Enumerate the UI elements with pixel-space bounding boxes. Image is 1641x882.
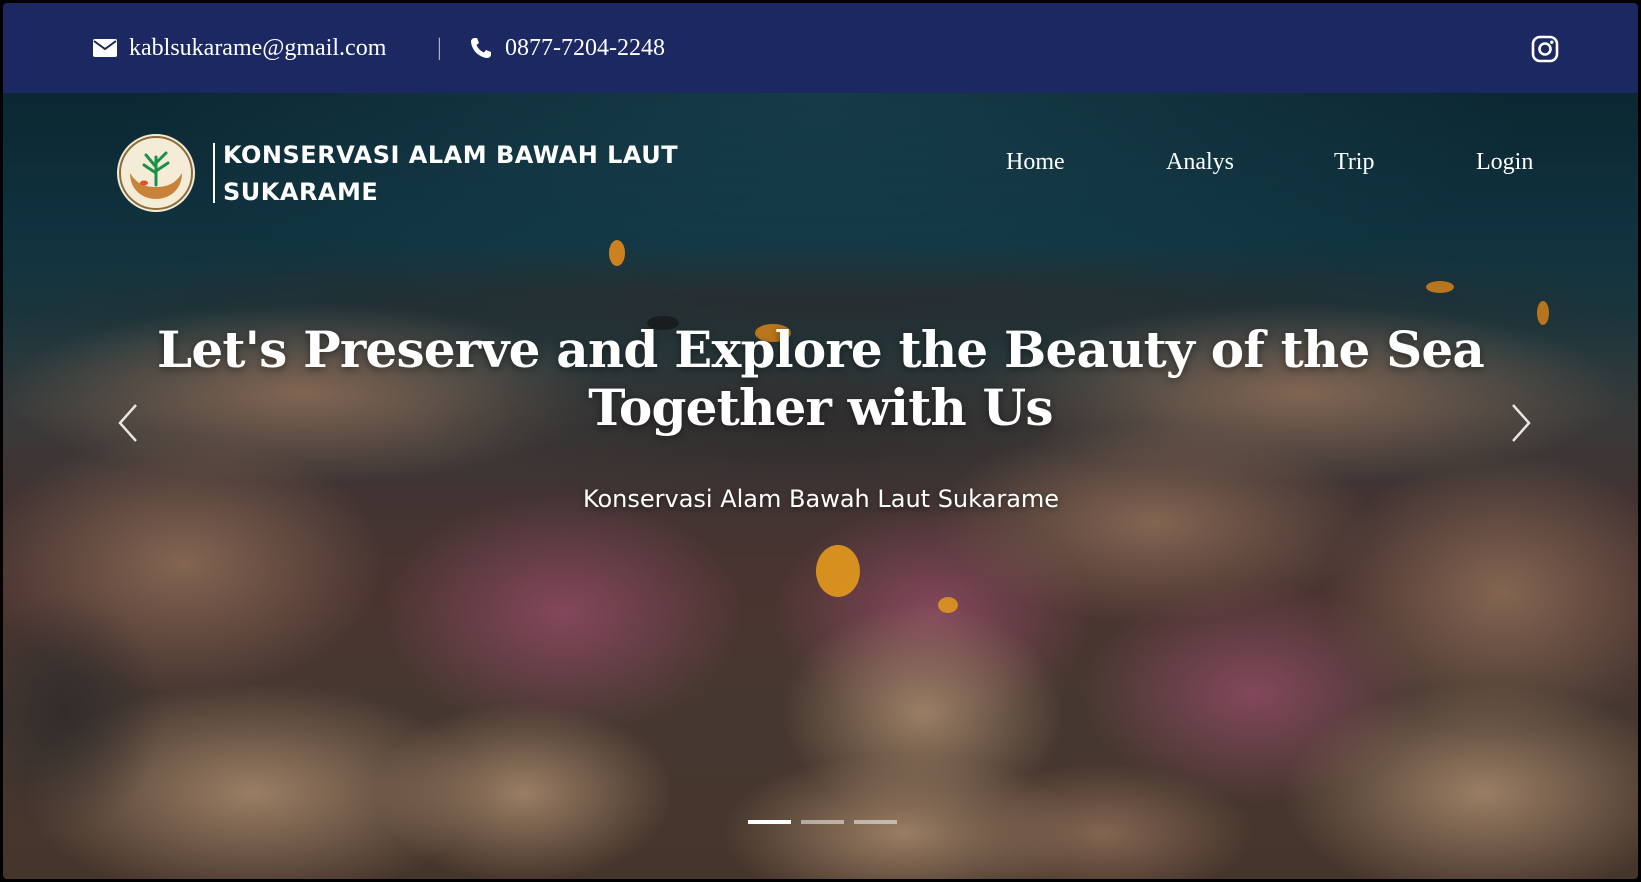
email-contact[interactable]: kablsukarame@gmail.com bbox=[93, 3, 386, 93]
hero-subtitle: Konservasi Alam Bawah Laut Sukarame bbox=[582, 485, 1060, 513]
top-contact-bar: kablsukarame@gmail.com | 0877-7204-2248 bbox=[3, 3, 1638, 93]
phone-text: 0877-7204-2248 bbox=[505, 34, 665, 61]
phone-icon bbox=[469, 36, 493, 60]
carousel-indicator-1[interactable] bbox=[748, 820, 791, 824]
carousel-prev-button[interactable] bbox=[110, 399, 146, 447]
nav-login[interactable]: Login bbox=[1476, 149, 1533, 176]
instagram-icon[interactable] bbox=[1531, 35, 1559, 63]
hero-headline-line2: Together with Us bbox=[588, 378, 1053, 437]
nav-trip[interactable]: Trip bbox=[1334, 149, 1374, 176]
hero-headline-line1: Let's Preserve and Explore the Beauty of… bbox=[156, 320, 1485, 379]
carousel-next-button[interactable] bbox=[1503, 399, 1539, 447]
nav-home[interactable]: Home bbox=[1006, 149, 1065, 176]
brand-name-line2: SUKARAME bbox=[223, 178, 379, 206]
carousel-indicators bbox=[748, 820, 897, 824]
hero-headline: Let's Preserve and Explore the Beauty of… bbox=[153, 321, 1488, 437]
chevron-left-icon bbox=[118, 404, 137, 442]
brand-name[interactable]: KONSERVASI ALAM BAWAH LAUT SUKARAME bbox=[223, 137, 743, 211]
brand-name-line1: KONSERVASI ALAM BAWAH LAUT bbox=[223, 141, 679, 169]
chevron-right-icon bbox=[1512, 404, 1531, 442]
conservation-logo[interactable] bbox=[116, 133, 196, 213]
hero-carousel: KONSERVASI ALAM BAWAH LAUT SUKARAME Home… bbox=[3, 93, 1638, 879]
nav-analys[interactable]: Analys bbox=[1166, 149, 1234, 176]
email-text: kablsukarame@gmail.com bbox=[129, 34, 387, 61]
phone-contact[interactable]: 0877-7204-2248 bbox=[469, 3, 665, 93]
page-frame: kablsukarame@gmail.com | 0877-7204-2248 bbox=[3, 3, 1638, 879]
envelope-icon bbox=[93, 39, 117, 57]
carousel-indicator-2[interactable] bbox=[801, 820, 844, 824]
contact-separator: | bbox=[437, 34, 442, 61]
carousel-indicator-3[interactable] bbox=[854, 820, 897, 824]
brand-divider bbox=[213, 143, 215, 203]
